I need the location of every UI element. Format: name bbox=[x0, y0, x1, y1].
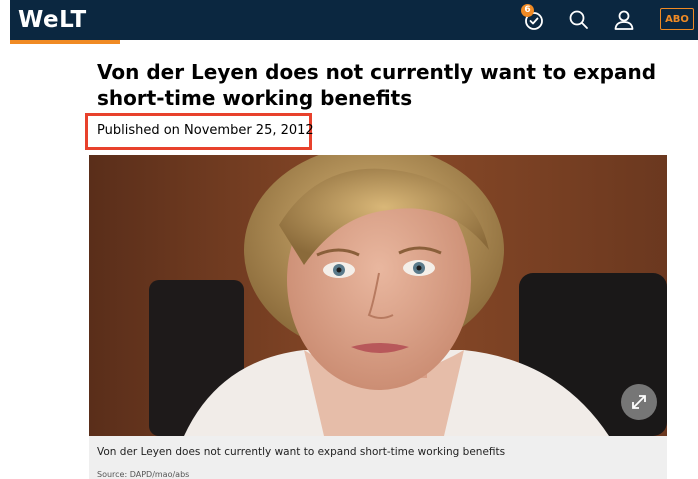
published-date: Published on November 25, 2012 bbox=[97, 123, 314, 138]
logo-accent-bar bbox=[10, 40, 120, 44]
notification-badge: 6 bbox=[521, 4, 534, 17]
expand-icon bbox=[632, 395, 646, 409]
page: WeLT 6 ABO Von der Leyen does not curren… bbox=[0, 0, 698, 479]
expand-image-button[interactable] bbox=[621, 384, 657, 420]
user-icon[interactable] bbox=[612, 8, 636, 32]
article-headline: Von der Leyen does not currently want to… bbox=[97, 60, 657, 110]
photo-caption-area: Von der Leyen does not currently want to… bbox=[89, 436, 667, 479]
site-header: WeLT 6 ABO bbox=[10, 0, 698, 40]
photo-source: Source: DAPD/mao/abs bbox=[97, 470, 190, 479]
article-photo[interactable] bbox=[89, 155, 667, 436]
welt-logo[interactable]: WeLT bbox=[18, 6, 87, 34]
search-icon[interactable] bbox=[567, 8, 591, 32]
abo-button[interactable]: ABO bbox=[660, 8, 694, 30]
photo-caption: Von der Leyen does not currently want to… bbox=[97, 446, 506, 458]
